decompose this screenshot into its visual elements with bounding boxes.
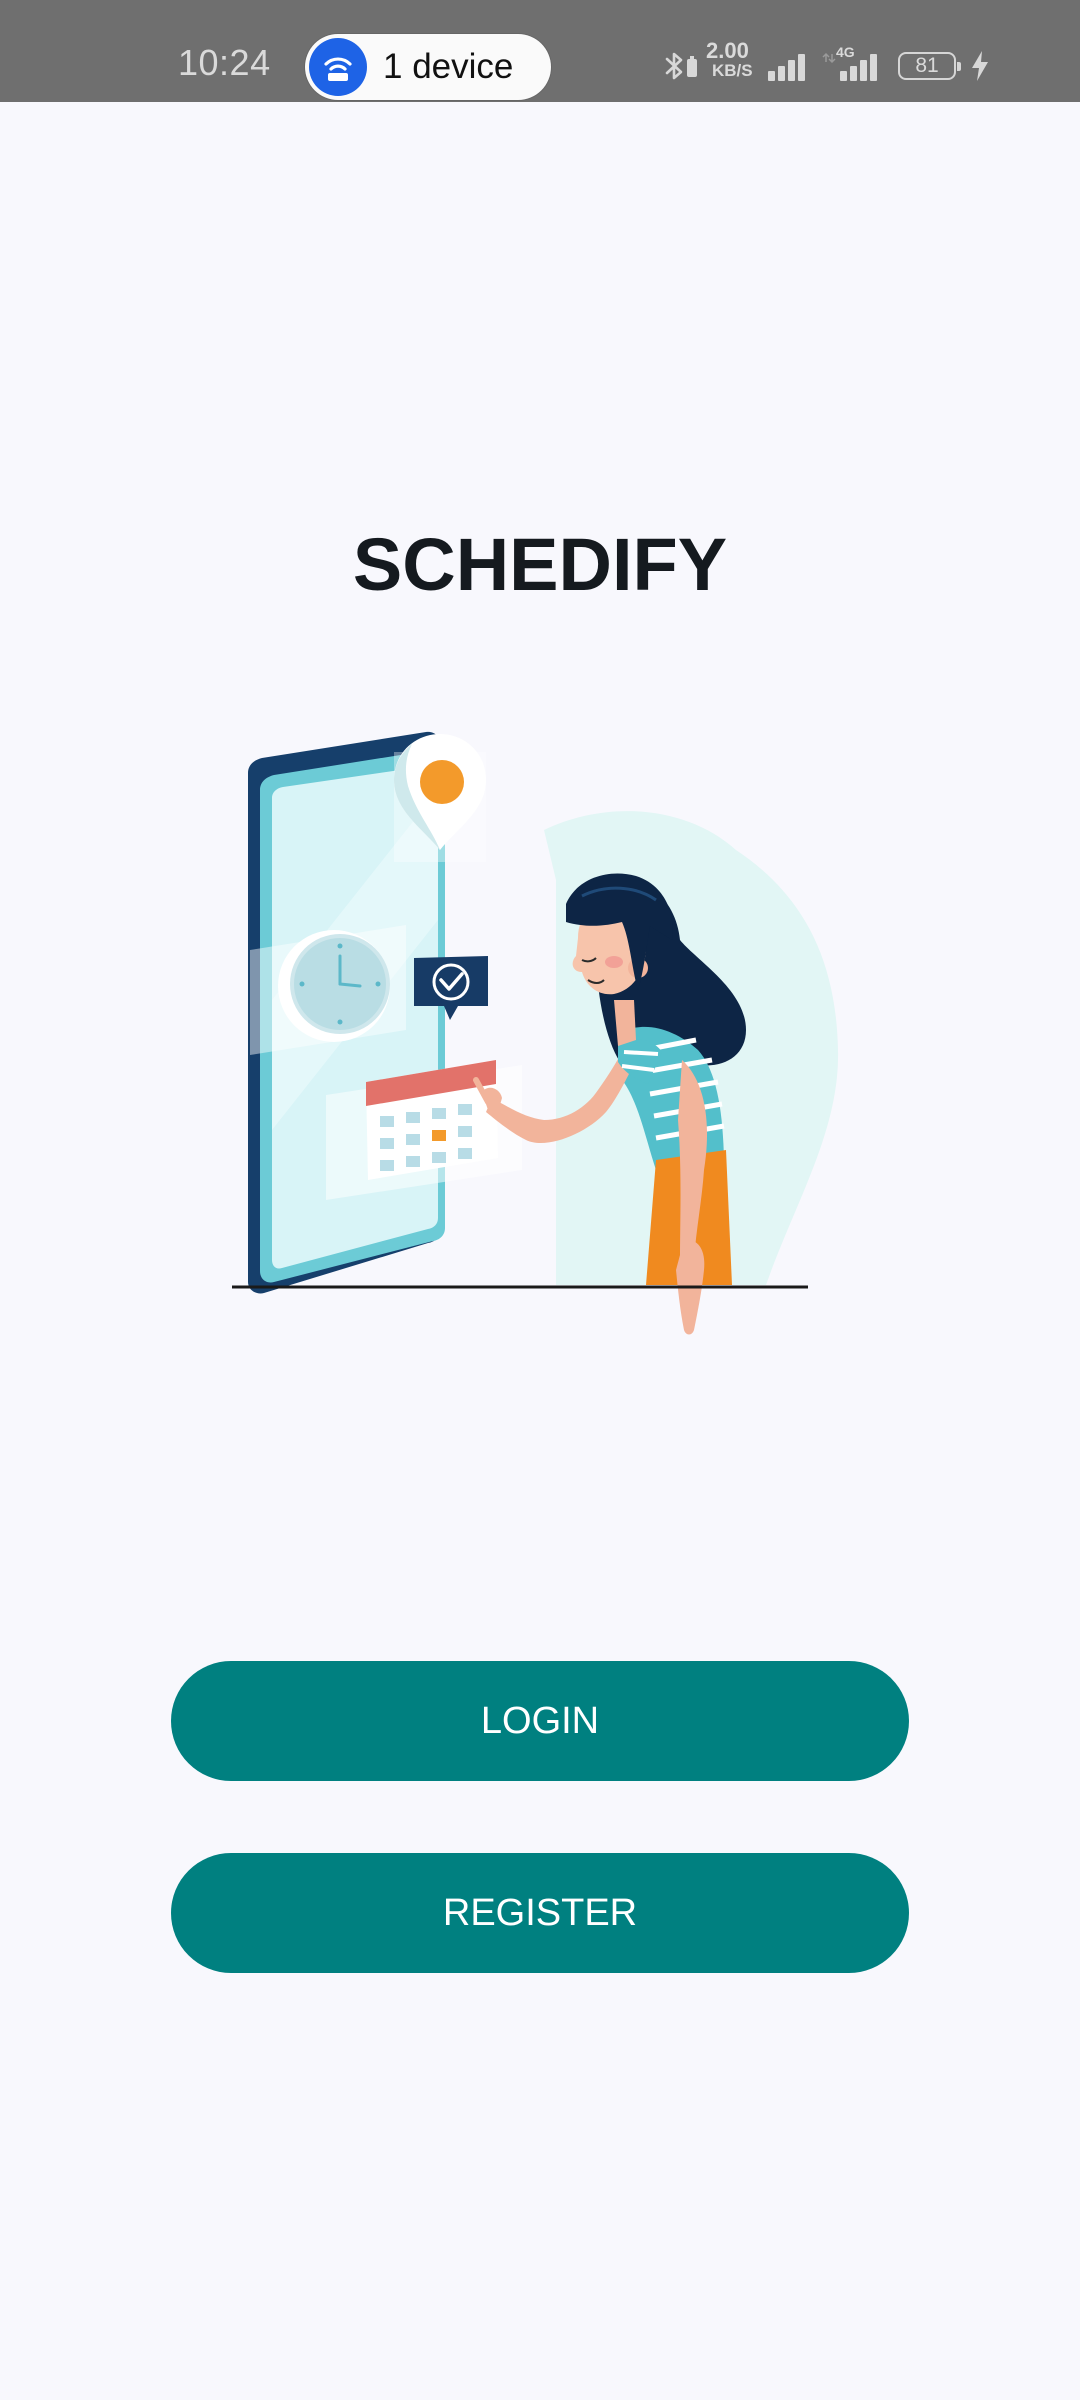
hotspot-indicator[interactable]: 1 device [305,34,551,100]
network-speed-unit: KB/S [712,61,753,80]
app-title: SCHEDIFY [352,523,728,606]
hotspot-icon [309,38,367,96]
woman-scheduling-illustration [232,731,839,1335]
status-icons: 2.00 KB/S 4G 81 [662,40,1002,92]
hotspot-label: 1 device [383,47,514,86]
signal-4g-icon [822,52,877,81]
status-time: 10:24 [178,42,271,83]
battery-icon: 81 [898,52,961,80]
status-bar: 10:24 1 device 2.00 KB/S 4G 81 [0,0,1080,102]
bluetooth-battery-icon [687,56,697,77]
register-button[interactable]: REGISTER [171,1853,909,1973]
login-button[interactable]: LOGIN [171,1661,909,1781]
bluetooth-icon [665,52,683,80]
battery-level: 81 [915,54,939,77]
signal-icon [768,54,805,81]
network-speed-value: 2.00 [706,38,749,63]
charging-icon [972,51,988,81]
